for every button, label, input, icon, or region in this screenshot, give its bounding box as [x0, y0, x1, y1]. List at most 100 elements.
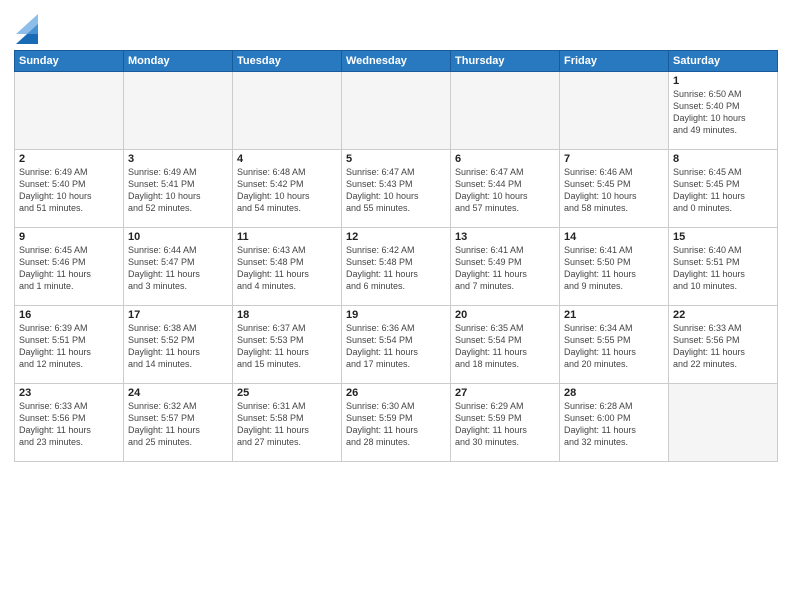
day-info: Sunrise: 6:49 AM Sunset: 5:41 PM Dayligh… — [128, 166, 228, 215]
calendar-day-cell: 20Sunrise: 6:35 AM Sunset: 5:54 PM Dayli… — [451, 306, 560, 384]
calendar-header-wednesday: Wednesday — [342, 51, 451, 72]
calendar-day-cell — [342, 72, 451, 150]
day-info: Sunrise: 6:43 AM Sunset: 5:48 PM Dayligh… — [237, 244, 337, 293]
day-info: Sunrise: 6:37 AM Sunset: 5:53 PM Dayligh… — [237, 322, 337, 371]
day-number: 3 — [128, 153, 228, 165]
calendar-day-cell: 3Sunrise: 6:49 AM Sunset: 5:41 PM Daylig… — [124, 150, 233, 228]
day-number: 11 — [237, 231, 337, 243]
day-number: 18 — [237, 309, 337, 321]
calendar-day-cell: 22Sunrise: 6:33 AM Sunset: 5:56 PM Dayli… — [669, 306, 778, 384]
header — [14, 10, 778, 44]
calendar-day-cell — [233, 72, 342, 150]
calendar-week-4: 16Sunrise: 6:39 AM Sunset: 5:51 PM Dayli… — [15, 306, 778, 384]
calendar-day-cell: 28Sunrise: 6:28 AM Sunset: 6:00 PM Dayli… — [560, 384, 669, 462]
day-info: Sunrise: 6:46 AM Sunset: 5:45 PM Dayligh… — [564, 166, 664, 215]
day-number: 10 — [128, 231, 228, 243]
day-info: Sunrise: 6:30 AM Sunset: 5:59 PM Dayligh… — [346, 400, 446, 449]
calendar-day-cell: 9Sunrise: 6:45 AM Sunset: 5:46 PM Daylig… — [15, 228, 124, 306]
logo — [14, 14, 38, 44]
day-info: Sunrise: 6:47 AM Sunset: 5:44 PM Dayligh… — [455, 166, 555, 215]
day-info: Sunrise: 6:44 AM Sunset: 5:47 PM Dayligh… — [128, 244, 228, 293]
day-number: 19 — [346, 309, 446, 321]
day-number: 13 — [455, 231, 555, 243]
day-number: 5 — [346, 153, 446, 165]
day-number: 21 — [564, 309, 664, 321]
page-container: SundayMondayTuesdayWednesdayThursdayFrid… — [0, 0, 792, 612]
day-number: 16 — [19, 309, 119, 321]
day-number: 27 — [455, 387, 555, 399]
calendar-header-friday: Friday — [560, 51, 669, 72]
day-number: 2 — [19, 153, 119, 165]
day-info: Sunrise: 6:33 AM Sunset: 5:56 PM Dayligh… — [673, 322, 773, 371]
calendar-week-2: 2Sunrise: 6:49 AM Sunset: 5:40 PM Daylig… — [15, 150, 778, 228]
day-info: Sunrise: 6:31 AM Sunset: 5:58 PM Dayligh… — [237, 400, 337, 449]
day-number: 26 — [346, 387, 446, 399]
day-info: Sunrise: 6:45 AM Sunset: 5:45 PM Dayligh… — [673, 166, 773, 215]
calendar-day-cell: 6Sunrise: 6:47 AM Sunset: 5:44 PM Daylig… — [451, 150, 560, 228]
calendar-day-cell: 26Sunrise: 6:30 AM Sunset: 5:59 PM Dayli… — [342, 384, 451, 462]
day-number: 14 — [564, 231, 664, 243]
calendar-day-cell — [560, 72, 669, 150]
day-info: Sunrise: 6:50 AM Sunset: 5:40 PM Dayligh… — [673, 88, 773, 137]
day-number: 6 — [455, 153, 555, 165]
calendar-day-cell: 4Sunrise: 6:48 AM Sunset: 5:42 PM Daylig… — [233, 150, 342, 228]
calendar-day-cell: 15Sunrise: 6:40 AM Sunset: 5:51 PM Dayli… — [669, 228, 778, 306]
calendar-day-cell: 1Sunrise: 6:50 AM Sunset: 5:40 PM Daylig… — [669, 72, 778, 150]
day-number: 22 — [673, 309, 773, 321]
calendar-header-tuesday: Tuesday — [233, 51, 342, 72]
day-info: Sunrise: 6:35 AM Sunset: 5:54 PM Dayligh… — [455, 322, 555, 371]
calendar-day-cell: 16Sunrise: 6:39 AM Sunset: 5:51 PM Dayli… — [15, 306, 124, 384]
calendar-week-5: 23Sunrise: 6:33 AM Sunset: 5:56 PM Dayli… — [15, 384, 778, 462]
calendar-header-row: SundayMondayTuesdayWednesdayThursdayFrid… — [15, 51, 778, 72]
calendar-header-thursday: Thursday — [451, 51, 560, 72]
day-number: 28 — [564, 387, 664, 399]
day-info: Sunrise: 6:45 AM Sunset: 5:46 PM Dayligh… — [19, 244, 119, 293]
day-number: 15 — [673, 231, 773, 243]
day-info: Sunrise: 6:32 AM Sunset: 5:57 PM Dayligh… — [128, 400, 228, 449]
calendar-day-cell: 27Sunrise: 6:29 AM Sunset: 5:59 PM Dayli… — [451, 384, 560, 462]
day-number: 8 — [673, 153, 773, 165]
calendar-day-cell: 10Sunrise: 6:44 AM Sunset: 5:47 PM Dayli… — [124, 228, 233, 306]
day-info: Sunrise: 6:40 AM Sunset: 5:51 PM Dayligh… — [673, 244, 773, 293]
calendar-day-cell: 24Sunrise: 6:32 AM Sunset: 5:57 PM Dayli… — [124, 384, 233, 462]
calendar-day-cell — [451, 72, 560, 150]
calendar-day-cell — [15, 72, 124, 150]
calendar-day-cell: 8Sunrise: 6:45 AM Sunset: 5:45 PM Daylig… — [669, 150, 778, 228]
calendar-day-cell: 23Sunrise: 6:33 AM Sunset: 5:56 PM Dayli… — [15, 384, 124, 462]
day-number: 1 — [673, 75, 773, 87]
calendar-day-cell: 18Sunrise: 6:37 AM Sunset: 5:53 PM Dayli… — [233, 306, 342, 384]
day-number: 9 — [19, 231, 119, 243]
day-info: Sunrise: 6:34 AM Sunset: 5:55 PM Dayligh… — [564, 322, 664, 371]
day-number: 12 — [346, 231, 446, 243]
day-info: Sunrise: 6:41 AM Sunset: 5:49 PM Dayligh… — [455, 244, 555, 293]
calendar-day-cell: 12Sunrise: 6:42 AM Sunset: 5:48 PM Dayli… — [342, 228, 451, 306]
calendar-week-1: 1Sunrise: 6:50 AM Sunset: 5:40 PM Daylig… — [15, 72, 778, 150]
day-number: 25 — [237, 387, 337, 399]
day-info: Sunrise: 6:28 AM Sunset: 6:00 PM Dayligh… — [564, 400, 664, 449]
logo-icon — [16, 14, 38, 44]
day-info: Sunrise: 6:39 AM Sunset: 5:51 PM Dayligh… — [19, 322, 119, 371]
calendar-day-cell: 25Sunrise: 6:31 AM Sunset: 5:58 PM Dayli… — [233, 384, 342, 462]
calendar-day-cell — [124, 72, 233, 150]
calendar-header-saturday: Saturday — [669, 51, 778, 72]
calendar-day-cell: 19Sunrise: 6:36 AM Sunset: 5:54 PM Dayli… — [342, 306, 451, 384]
day-info: Sunrise: 6:49 AM Sunset: 5:40 PM Dayligh… — [19, 166, 119, 215]
day-info: Sunrise: 6:36 AM Sunset: 5:54 PM Dayligh… — [346, 322, 446, 371]
calendar-week-3: 9Sunrise: 6:45 AM Sunset: 5:46 PM Daylig… — [15, 228, 778, 306]
calendar-header-monday: Monday — [124, 51, 233, 72]
calendar-day-cell: 13Sunrise: 6:41 AM Sunset: 5:49 PM Dayli… — [451, 228, 560, 306]
day-info: Sunrise: 6:42 AM Sunset: 5:48 PM Dayligh… — [346, 244, 446, 293]
day-number: 17 — [128, 309, 228, 321]
day-info: Sunrise: 6:38 AM Sunset: 5:52 PM Dayligh… — [128, 322, 228, 371]
day-info: Sunrise: 6:33 AM Sunset: 5:56 PM Dayligh… — [19, 400, 119, 449]
calendar-day-cell: 2Sunrise: 6:49 AM Sunset: 5:40 PM Daylig… — [15, 150, 124, 228]
calendar-table: SundayMondayTuesdayWednesdayThursdayFrid… — [14, 50, 778, 462]
calendar-day-cell: 14Sunrise: 6:41 AM Sunset: 5:50 PM Dayli… — [560, 228, 669, 306]
calendar-day-cell: 5Sunrise: 6:47 AM Sunset: 5:43 PM Daylig… — [342, 150, 451, 228]
calendar-day-cell: 11Sunrise: 6:43 AM Sunset: 5:48 PM Dayli… — [233, 228, 342, 306]
day-number: 23 — [19, 387, 119, 399]
day-number: 7 — [564, 153, 664, 165]
calendar-day-cell: 17Sunrise: 6:38 AM Sunset: 5:52 PM Dayli… — [124, 306, 233, 384]
calendar-day-cell — [669, 384, 778, 462]
day-number: 24 — [128, 387, 228, 399]
